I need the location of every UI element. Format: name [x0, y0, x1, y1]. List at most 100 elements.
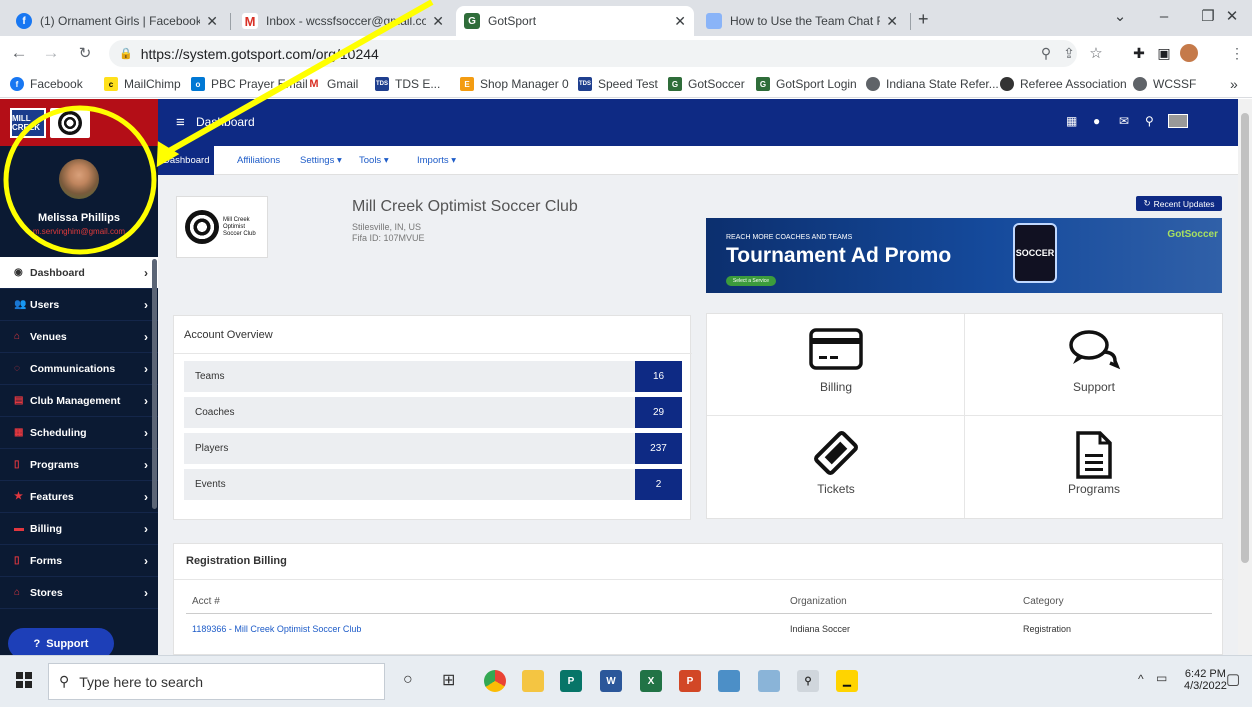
menu-icon[interactable]: ⋮ [1228, 44, 1246, 62]
bookmark-indiana-ref[interactable]: Indiana State Refer... [866, 76, 999, 92]
bookmark-mailchimp[interactable]: c MailChimp [104, 76, 181, 92]
sidebar-item-stores[interactable]: ⌂ Stores › [0, 577, 158, 609]
bookmark-tds[interactable]: TDS TDS E... [375, 76, 440, 92]
ad-button[interactable]: Select a Service [726, 276, 776, 286]
excel-icon[interactable]: X [640, 670, 662, 692]
bookmark-speed-test[interactable]: TDS Speed Test [578, 76, 658, 92]
back-icon[interactable]: ← [8, 42, 30, 64]
sidebar-item-scheduling[interactable]: ▦ Scheduling › [0, 417, 158, 449]
browser-tab-gmail[interactable]: M Inbox - wcssfsoccer@gmail.com ✕ [234, 6, 452, 36]
url-field[interactable]: 🔒 https://system.gotsport.com/org/10244 [109, 40, 1077, 67]
extensions-icon[interactable]: ✚ [1130, 44, 1148, 62]
task-view-icon[interactable]: ⊞ [442, 670, 455, 690]
overview-row-events[interactable]: Events 2 [184, 469, 682, 500]
user-name[interactable]: Melissa Phillips [0, 212, 158, 224]
bookmark-facebook[interactable]: f Facebook [10, 76, 83, 92]
browser-tab-howto[interactable]: How to Use the Team Chat Funct ✕ [698, 6, 906, 36]
generic-app-icon[interactable] [758, 670, 780, 692]
sidebar-item-venues[interactable]: ⌂ Venues › [0, 321, 158, 353]
publisher-icon[interactable]: P [560, 670, 582, 692]
promo-banner[interactable]: REACH MORE COACHES AND TEAMS Tournament … [706, 218, 1222, 293]
sidebar-item-programs[interactable]: ▯ Programs › [0, 449, 158, 481]
word-icon[interactable]: W [600, 670, 622, 692]
tab-imports[interactable]: Imports ▾ [412, 146, 461, 175]
billing-tile[interactable]: Billing [707, 314, 965, 416]
tab-search-icon[interactable]: ⌄ [1098, 0, 1142, 32]
taskbar-clock[interactable]: 6:42 PM 4/3/2022 [1184, 668, 1227, 692]
search-icon[interactable]: ⚲ [1145, 114, 1154, 128]
tray-chevron-icon[interactable]: ^ [1138, 672, 1144, 686]
close-icon[interactable]: ✕ [886, 13, 898, 30]
powerpoint-icon[interactable]: P [679, 670, 701, 692]
tab-settings[interactable]: Settings ▾ [295, 146, 347, 175]
browser-tab-gotsport[interactable]: G GotSport ✕ [456, 6, 694, 36]
scrollbar-thumb[interactable] [1241, 113, 1249, 563]
close-icon[interactable]: ✕ [432, 13, 444, 30]
avatar[interactable] [59, 159, 99, 199]
org-logo[interactable]: MILL CREEK [0, 99, 158, 146]
overview-row-teams[interactable]: Teams 16 [184, 361, 682, 392]
browser-tab-facebook[interactable]: f (1) Ornament Girls | Facebook ✕ [8, 6, 226, 36]
tab-tools[interactable]: Tools ▾ [354, 146, 394, 175]
cortana-icon[interactable]: ○ [403, 671, 413, 689]
hamburger-icon[interactable]: ≡ [176, 114, 185, 131]
bookmark-shop-manager[interactable]: E Shop Manager 0 [460, 76, 569, 92]
windows-start-icon[interactable] [16, 672, 32, 688]
notification-icon[interactable]: ▢ [1226, 670, 1240, 688]
support-tile[interactable]: Support [965, 314, 1223, 416]
mail-icon[interactable]: ✉ [1119, 114, 1129, 128]
programs-tile[interactable]: Programs [965, 416, 1223, 518]
sidebar-item-label: Dashboard [30, 266, 85, 279]
close-icon[interactable]: ✕ [674, 13, 686, 30]
sidebar-item-forms[interactable]: ▯ Forms › [0, 545, 158, 577]
tab-dashboard[interactable]: Dashboard [158, 146, 215, 175]
forward-icon[interactable]: → [40, 42, 62, 64]
bookmarks-overflow-icon[interactable]: » [1230, 76, 1238, 92]
bookmark-star-icon[interactable]: ☆ [1087, 44, 1105, 62]
search-app-icon[interactable]: ⚲ [797, 670, 819, 692]
sidebar-scrollbar[interactable] [152, 259, 157, 509]
chrome-icon[interactable] [484, 670, 506, 692]
sticky-notes-icon[interactable]: ▁ [836, 670, 858, 692]
calendar-icon: ▦ [14, 427, 24, 438]
bookmark-referee-assoc[interactable]: Referee Association [1000, 76, 1127, 92]
bookmark-gotsoccer[interactable]: G GotSoccer [668, 76, 745, 92]
bookmark-gmail[interactable]: M Gmail [307, 76, 358, 92]
profile-avatar-icon[interactable] [1180, 44, 1198, 62]
page-scrollbar[interactable] [1238, 99, 1252, 655]
user-icon[interactable]: ● [1093, 114, 1100, 128]
tab-affiliations[interactable]: Affiliations [232, 146, 285, 175]
acct-link[interactable]: 1189366 - Mill Creek Optimist Soccer Clu… [192, 624, 361, 634]
tickets-tile[interactable]: Tickets [707, 416, 965, 518]
share-icon[interactable]: ⇪ [1060, 44, 1078, 62]
bookmark-gotsport-login[interactable]: G GotSport Login [756, 76, 857, 92]
sidepanel-icon[interactable]: ▣ [1155, 44, 1173, 62]
sidebar-item-billing[interactable]: ▬ Billing › [0, 513, 158, 545]
club-name: Mill Creek Optimist Soccer Club [352, 198, 578, 215]
bookmark-label: Indiana State Refer... [886, 77, 999, 91]
bookmark-pbc[interactable]: o PBC Prayer Email [191, 76, 308, 92]
calculator-icon[interactable]: ▦ [1066, 114, 1077, 128]
sidebar-item-communications[interactable]: ◌ Communications › [0, 353, 158, 385]
bookmark-wcssf[interactable]: WCSSF [1133, 76, 1196, 92]
battery-icon[interactable]: ▭ [1156, 671, 1167, 685]
overview-row-players[interactable]: Players 237 [184, 433, 682, 464]
sidebar-item-dashboard[interactable]: ◉ Dashboard › [0, 257, 158, 289]
recent-updates-button[interactable]: ↻ Recent Updates [1136, 196, 1222, 211]
sidebar-item-features[interactable]: ★ Features › [0, 481, 158, 513]
org-avatar-icon[interactable] [1168, 114, 1188, 128]
user-email[interactable]: m.servinghim@gmail.com [0, 227, 158, 236]
close-icon[interactable]: ✕ [206, 13, 218, 30]
minimize-icon[interactable]: – [1142, 0, 1186, 32]
taskbar-search-input[interactable]: ⚲ Type here to search [48, 663, 385, 700]
new-tab-icon[interactable]: + [918, 9, 929, 30]
reload-icon[interactable]: ↻ [74, 42, 96, 64]
sidebar-item-users[interactable]: 👥 Users › [0, 289, 158, 321]
overview-row-coaches[interactable]: Coaches 29 [184, 397, 682, 428]
sidebar-item-club-management[interactable]: ▤ Club Management › [0, 385, 158, 417]
support-button[interactable]: ? Support [8, 628, 114, 655]
window-close-icon[interactable]: ✕ [1212, 0, 1252, 32]
zoom-icon[interactable]: ⚲ [1037, 44, 1055, 62]
calculator-icon[interactable] [718, 670, 740, 692]
file-explorer-icon[interactable] [522, 670, 544, 692]
